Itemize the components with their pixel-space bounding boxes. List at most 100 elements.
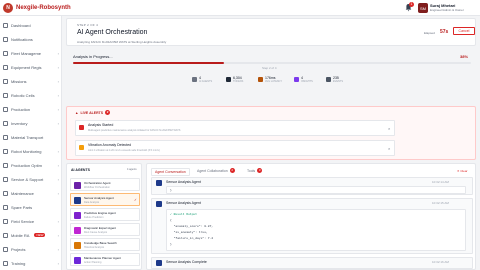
knowledge-agent-icon <box>74 242 81 249</box>
agent-card-predictive-engine[interactable]: Predictive Engine Agent Failure Predictio… <box>70 208 140 221</box>
agent-card-knowledge-base[interactable]: Knowledge Base Search Historical Analysis <box>70 238 140 251</box>
alert-icon: ▲ <box>75 110 79 115</box>
message-time: 10:32:15 AM <box>432 201 449 205</box>
sidebar-item-service-support[interactable]: Service & Support › <box>3 174 59 184</box>
equipment-icon <box>3 64 8 70</box>
sidebar-item-mobile-ra[interactable]: Mobile RA NEW › <box>3 230 59 240</box>
alert-info-icon <box>79 125 84 130</box>
result-label: ✓ Result Output <box>170 213 198 216</box>
stat-label: AI AGENTS <box>199 80 213 83</box>
code-line: "anomaly_score": 0.87, <box>170 225 214 228</box>
sidebar-item-label: Equipment Regis <box>11 64 42 70</box>
clear-button[interactable]: ✕ Clear <box>457 169 468 173</box>
agent-card-diagnostic-expert[interactable]: Diagnostic Expert Agent Root Cause Analys… <box>70 223 140 236</box>
sidebar-item-label: Mobile RA <box>11 232 30 238</box>
close-icon[interactable]: × <box>388 146 390 151</box>
alert-item[interactable]: Analysis Started Multi-agent predictive … <box>75 120 395 136</box>
sensor-agent-icon <box>156 180 162 186</box>
wrench-icon <box>3 190 8 196</box>
elapsed-label: Elapsed <box>424 31 435 35</box>
agent-card-maintenance-planner[interactable]: Maintenance Planner Agent Action Planning <box>70 253 140 266</box>
brand[interactable]: N Nexgile-Robosynth <box>3 3 71 13</box>
code-line: "failure_in_days": 7.2 <box>170 237 214 240</box>
tab-agent-collaboration[interactable]: Agent Collaboration 2 <box>197 168 235 173</box>
agent-name: Knowledge Base Search <box>84 241 117 245</box>
sensor-agent-icon <box>74 197 81 204</box>
sidebar-item-notifications[interactable]: Notifications <box>3 34 59 44</box>
message-item: Sensor Analysis Agent 10:32:14 AM } <box>151 177 473 195</box>
agent-name: Orchestration Agent <box>84 181 111 185</box>
sidebar-item-label: Projects <box>11 246 26 252</box>
sidebar-item-fleet-management[interactable]: Fleet Manageme › <box>3 48 59 58</box>
chevron-right-icon: › <box>57 78 59 84</box>
orchestration-agent-icon <box>74 182 81 189</box>
live-alerts-panel: ▲ LIVE ALERTS 2 Analysis Started Multi-age… <box>66 106 476 160</box>
chevron-right-icon: › <box>57 106 59 112</box>
main-content: STEP 2 OF 4 AI Agent Orchestration Analy… <box>62 16 480 270</box>
sidebar-item-production-optimization[interactable]: Production Optim › <box>3 160 59 170</box>
progress-title: Analysis in Progress... <box>73 54 113 59</box>
sidebar-item-robotic-cells[interactable]: Robotic Cells › <box>3 90 59 100</box>
events-icon <box>326 77 331 82</box>
elapsed-value: 57s <box>440 29 449 35</box>
sidebar-item-equipment-registry[interactable]: Equipment Regis › <box>3 62 59 72</box>
alert-item[interactable]: Vibration Anomaly Detected Joint 4 vibra… <box>75 140 395 156</box>
sidebar-item-production[interactable]: Production › <box>3 104 59 114</box>
agent-role: Action Planning <box>84 261 102 264</box>
agent-card-sensor-analysis[interactable]: Sensor Analysis Agent Data Analysis ✓ <box>70 193 140 206</box>
stat-latency: 176ms AVG LATENCY <box>258 76 282 83</box>
sidebar-item-missions[interactable]: Missions › <box>3 76 59 86</box>
sidebar-item-label: Material Transport <box>11 134 44 140</box>
check-icon: ✓ <box>134 198 137 202</box>
stat-label: AVG LATENCY <box>265 80 283 83</box>
avatar[interactable]: SM <box>418 3 428 13</box>
message-time: 10:32:16 AM <box>432 260 449 264</box>
tab-agent-conversation[interactable]: Agent Conversation <box>151 168 190 176</box>
parts-icon <box>3 204 8 210</box>
agent-card-orchestration[interactable]: Orchestration Agent Workflow Orchestratio… <box>70 178 140 191</box>
stat-events: 235 EVENTS <box>326 76 343 83</box>
sidebar-item-training[interactable]: Training › <box>3 258 59 268</box>
chevron-right-icon: › <box>57 148 59 154</box>
chevron-right-icon: › <box>57 64 59 70</box>
close-icon[interactable]: × <box>388 126 390 131</box>
sidebar-item-robot-monitoring[interactable]: Robot Monitoring › <box>3 146 59 156</box>
inventory-icon <box>3 120 8 126</box>
sidebar-item-dashboard[interactable]: Dashboard <box>3 20 59 30</box>
agents-count: 4 agents <box>127 168 137 171</box>
conversation-panel: Agent Conversation Agent Collaboration 2 … <box>146 163 476 270</box>
sidebar-item-material-transport[interactable]: Material Transport <box>3 132 59 142</box>
sidebar-item-label: Notifications <box>11 36 33 42</box>
chevron-right-icon: › <box>57 176 59 182</box>
page-title: AI Agent Orchestration <box>77 29 148 36</box>
agent-name: Diagnostic Expert Agent <box>84 226 117 230</box>
sidebar-item-field-service[interactable]: Field Service › <box>3 216 59 226</box>
projects-icon <box>3 246 8 252</box>
sidebar-item-label: Robotic Cells <box>11 92 35 98</box>
tab-tools[interactable]: Tools 3 <box>247 168 263 173</box>
code-line: } <box>170 189 172 192</box>
sidebar: Dashboard Notifications Fleet Manageme › … <box>0 16 62 270</box>
new-badge: NEW <box>34 233 46 237</box>
sidebar-item-inventory[interactable]: Inventory › <box>3 118 59 128</box>
insights-icon <box>294 77 299 82</box>
sidebar-item-label: Missions <box>11 78 27 84</box>
agent-role: Data Analysis <box>84 201 100 204</box>
sidebar-item-projects[interactable]: Projects › <box>3 244 59 254</box>
result-output-block: ✓ Result Output { "anomaly_score": 0.87,… <box>166 209 466 251</box>
tokens-icon <box>226 77 231 82</box>
sidebar-item-maintenance[interactable]: Maintenance › <box>3 188 59 198</box>
cancel-button[interactable]: Cancel <box>453 27 475 35</box>
missions-icon <box>3 78 8 84</box>
monitor-icon <box>3 148 8 154</box>
agents-panel: AI AGENTS 4 agents Orchestration Agent Wo… <box>66 163 142 270</box>
alerts-count-badge: 2 <box>105 110 111 115</box>
agent-role: Historical Analysis <box>84 246 105 249</box>
alert-detail: Multi-agent predictive maintenance analy… <box>88 129 181 132</box>
sidebar-item-label: Service & Support <box>11 176 44 182</box>
diagnostic-agent-icon <box>74 227 81 234</box>
optimize-icon <box>3 162 8 168</box>
sidebar-item-spare-parts[interactable]: Spare Parts <box>3 202 59 212</box>
app-root: { "brand": {"name": "Nexgile-Robosynth",… <box>0 0 480 270</box>
sidebar-item-label: Dashboard <box>11 22 31 28</box>
